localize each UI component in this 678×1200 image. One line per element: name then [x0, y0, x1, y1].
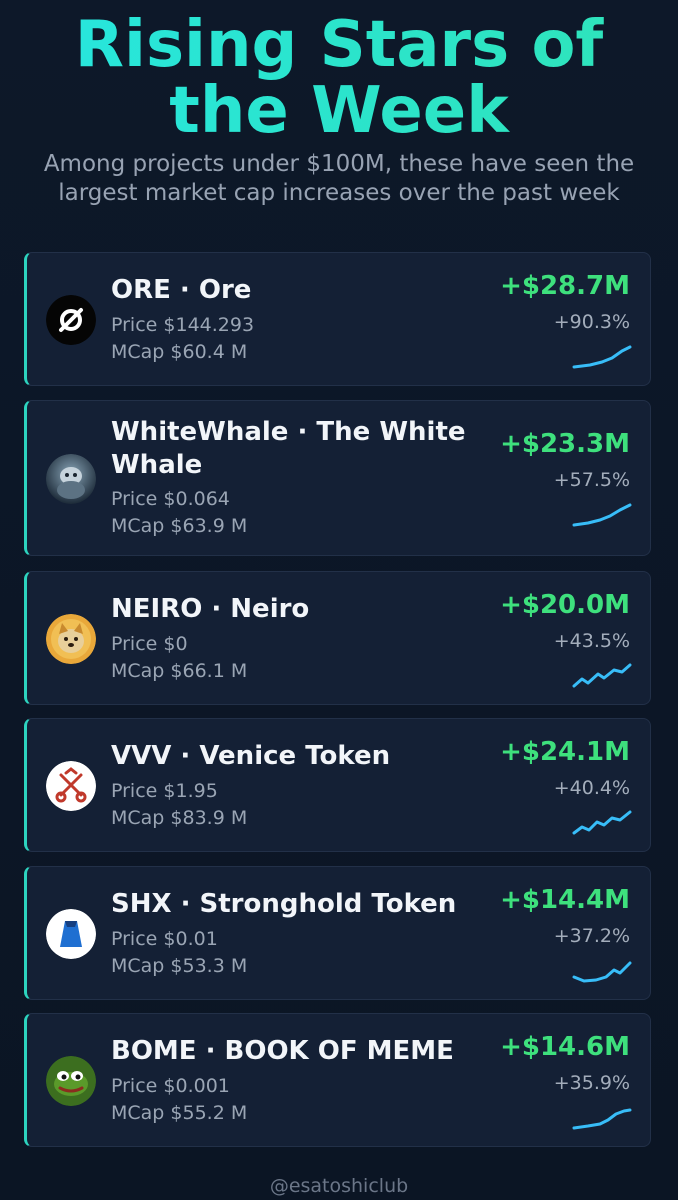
ore-logo-icon	[46, 295, 96, 345]
token-pct: +40.4%	[553, 777, 630, 799]
sparkline-icon	[572, 810, 632, 835]
token-name: NEIRO · Neiro	[111, 594, 310, 624]
sparkline-icon	[572, 663, 632, 688]
token-card-vvv[interactable]: VVV · Venice Token Price $1.95 MCap $83.…	[24, 718, 651, 852]
token-name: WhiteWhale · The White Whale	[111, 417, 466, 480]
token-gain: +$24.1M	[500, 737, 630, 767]
page-title: Rising Stars of the Week	[0, 12, 678, 144]
token-name: BOME · BOOK OF MEME	[111, 1036, 454, 1066]
pepe-frog-logo-icon	[46, 1056, 96, 1106]
page-subtitle: Among projects under $100M, these have s…	[43, 151, 635, 206]
stronghold-logo-icon	[46, 909, 96, 959]
token-pct: +35.9%	[553, 1072, 630, 1094]
token-pct: +37.2%	[553, 925, 630, 947]
token-card-ore[interactable]: ORE · Ore Price $144.293 MCap $60.4 M +$…	[24, 252, 651, 386]
neiro-dog-logo-icon	[46, 614, 96, 664]
page-title-line-2: the Week	[169, 74, 509, 148]
token-pct: +57.5%	[553, 469, 630, 491]
token-name: ORE · Ore	[111, 275, 252, 305]
whitewhale-logo-icon	[46, 454, 96, 504]
venice-keys-logo-icon	[46, 761, 96, 811]
token-gain: +$14.4M	[500, 885, 630, 915]
token-card-whitewhale[interactable]: WhiteWhale · The White Whale Price $0.06…	[24, 400, 651, 556]
token-price: Price $0.001	[111, 1075, 230, 1097]
token-card-bome[interactable]: BOME · BOOK OF MEME Price $0.001 MCap $5…	[24, 1013, 651, 1147]
token-mcap: MCap $63.9 M	[111, 515, 248, 537]
page-title-line-1: Rising Stars of	[74, 8, 604, 82]
token-card-shx[interactable]: SHX · Stronghold Token Price $0.01 MCap …	[24, 866, 651, 1000]
sparkline-icon	[572, 961, 632, 983]
token-gain: +$28.7M	[500, 271, 630, 301]
token-price: Price $0.064	[111, 488, 230, 510]
token-mcap: MCap $60.4 M	[111, 341, 248, 363]
token-pct: +90.3%	[553, 311, 630, 333]
sparkline-icon	[572, 1108, 632, 1130]
token-mcap: MCap $53.3 M	[111, 955, 248, 977]
token-mcap: MCap $83.9 M	[111, 807, 248, 829]
token-price: Price $0	[111, 633, 188, 655]
sparkline-icon	[572, 345, 632, 369]
sparkline-icon	[572, 503, 632, 527]
token-price: Price $0.01	[111, 928, 218, 950]
token-mcap: MCap $66.1 M	[111, 660, 248, 682]
token-card-neiro[interactable]: NEIRO · Neiro Price $0 MCap $66.1 M +$20…	[24, 571, 651, 705]
token-price: Price $144.293	[111, 314, 255, 336]
token-gain: +$20.0M	[500, 590, 630, 620]
token-pct: +43.5%	[553, 630, 630, 652]
token-name: VVV · Venice Token	[111, 741, 391, 771]
token-price: Price $1.95	[111, 780, 218, 802]
token-gain: +$23.3M	[500, 429, 630, 459]
token-name: SHX · Stronghold Token	[111, 889, 457, 919]
page: Rising Stars of the Week Among projects …	[0, 0, 678, 1200]
token-mcap: MCap $55.2 M	[111, 1102, 248, 1124]
token-gain: +$14.6M	[500, 1032, 630, 1062]
footer-handle: @esatoshiclub	[269, 1175, 409, 1197]
